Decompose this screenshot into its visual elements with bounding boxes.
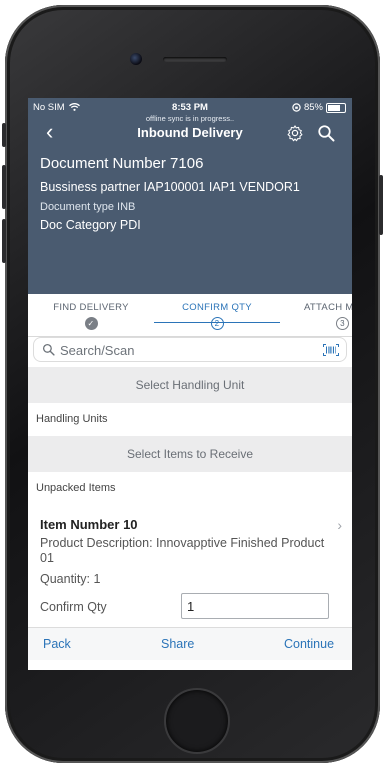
pack-button[interactable]: Pack xyxy=(43,637,71,651)
product-description: Product Description: Innovapptive Finish… xyxy=(40,536,325,565)
select-items-button[interactable]: Select Items to Receive xyxy=(28,436,352,472)
search-input[interactable] xyxy=(60,341,310,359)
continue-button[interactable]: Continue xyxy=(284,637,334,651)
step-attach[interactable]: ATTACH M 3 xyxy=(304,302,352,330)
volume-down-button xyxy=(2,219,6,263)
barcode-scan-icon[interactable] xyxy=(323,344,339,356)
step-confirm-qty[interactable]: CONFIRM QTY 2 xyxy=(176,302,258,330)
unpacked-items-label: Unpacked Items xyxy=(28,473,352,503)
gear-icon[interactable] xyxy=(286,124,304,142)
status-bar: No SIM 8:53 PM 85% xyxy=(28,101,352,115)
list-item[interactable]: Item Number 10 › Product Description: In… xyxy=(28,503,352,628)
search-icon xyxy=(42,343,55,356)
battery-percent: 85% xyxy=(303,102,323,113)
share-button[interactable]: Share xyxy=(161,637,194,651)
step-label: CONFIRM QTY xyxy=(182,302,252,313)
mute-switch xyxy=(2,123,6,147)
document-type: Document type INB xyxy=(40,201,136,213)
footer-toolbar: Pack Share Continue xyxy=(28,627,352,660)
item-number: Item Number 10 xyxy=(40,517,138,532)
select-handling-unit-button[interactable]: Select Handling Unit xyxy=(28,367,352,403)
document-number: Document Number 7106 xyxy=(40,155,204,172)
search-bar[interactable] xyxy=(33,337,347,362)
step-indicator: FIND DELIVERY ✓ CONFIRM QTY 2 ATTACH M 3 xyxy=(28,294,352,337)
battery-icon xyxy=(326,102,346,113)
battery-status: 85% xyxy=(292,102,346,113)
step-label: ATTACH M xyxy=(304,302,352,313)
item-quantity: Quantity: 1 xyxy=(40,572,101,586)
volume-up-button xyxy=(2,165,6,209)
business-partner: Bussiness partner IAP100001 IAP1 VENDOR1 xyxy=(40,180,300,194)
step-find-delivery[interactable]: FIND DELIVERY ✓ xyxy=(52,302,130,330)
header: No SIM 8:53 PM 85% offline sync is in pr… xyxy=(28,98,352,294)
doc-category: Doc Category PDI xyxy=(40,218,141,232)
home-button[interactable] xyxy=(164,688,230,754)
app-screen: No SIM 8:53 PM 85% offline sync is in pr… xyxy=(28,98,352,670)
power-button xyxy=(379,175,383,235)
step-label: FIND DELIVERY xyxy=(53,302,129,313)
nav-bar: ‹ Inbound Delivery xyxy=(28,121,352,144)
chevron-right-icon[interactable]: › xyxy=(337,517,342,533)
step-number: 3 xyxy=(336,317,349,330)
step-number: 2 xyxy=(210,317,224,330)
confirm-qty-label: Confirm Qty xyxy=(40,600,107,614)
earpiece-speaker xyxy=(163,57,227,62)
search-icon[interactable] xyxy=(317,124,335,142)
active-step-underline xyxy=(154,322,280,323)
handling-units-label: Handling Units xyxy=(28,404,352,434)
front-camera xyxy=(130,53,142,65)
confirm-qty-input[interactable] xyxy=(181,593,329,619)
check-icon: ✓ xyxy=(84,317,98,330)
orientation-lock-icon xyxy=(292,103,301,112)
